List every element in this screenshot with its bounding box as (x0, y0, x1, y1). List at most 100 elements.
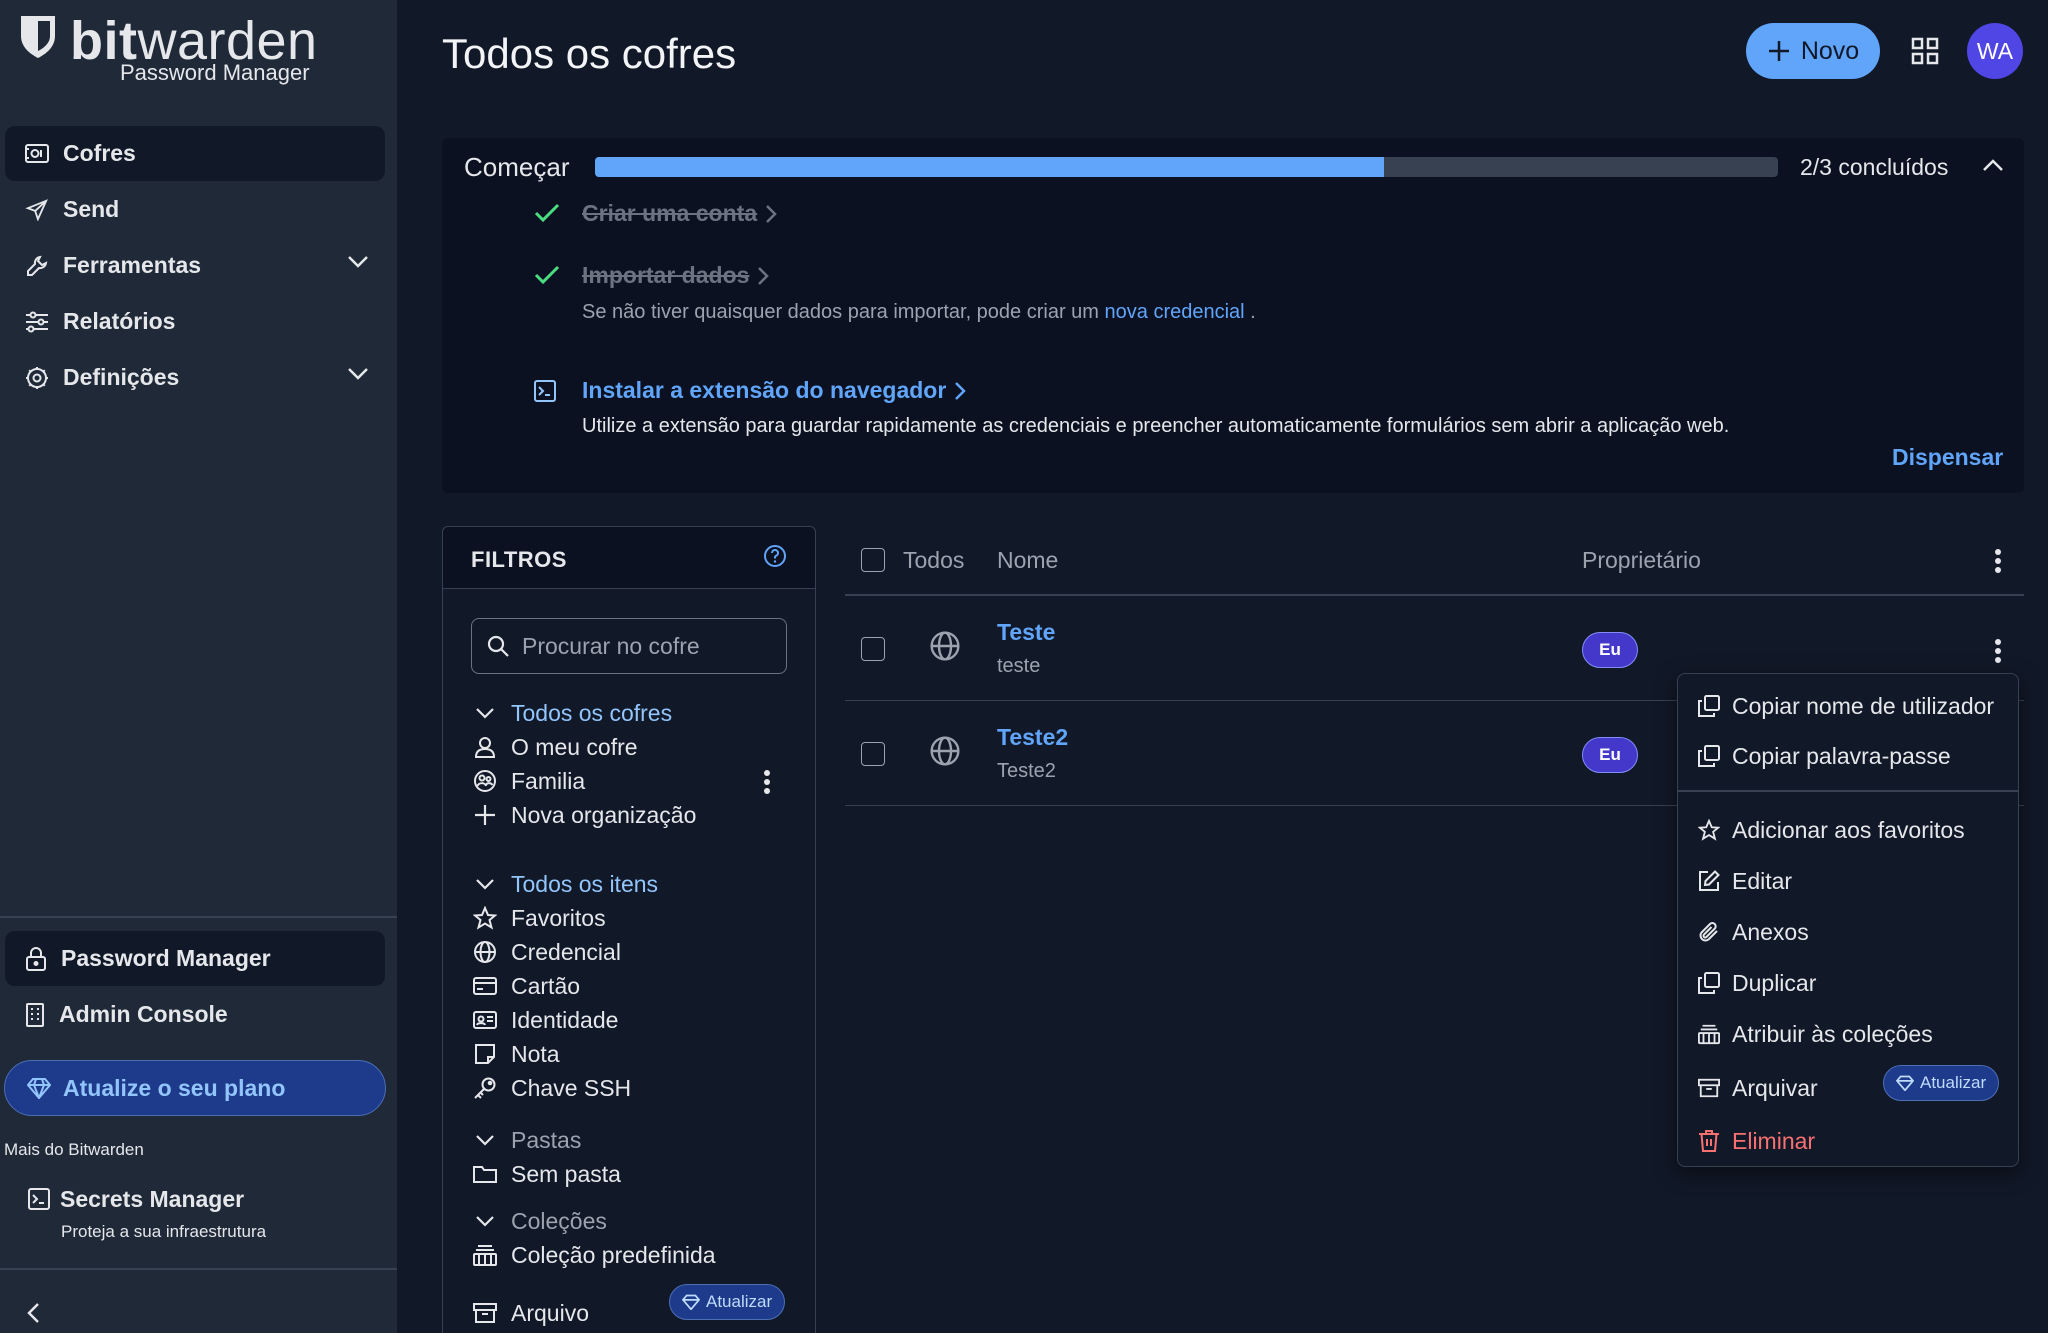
lock-icon (26, 946, 46, 971)
card-icon (473, 977, 497, 995)
familia-options-button[interactable] (763, 769, 771, 795)
bulk-options-button[interactable] (1994, 548, 2002, 574)
item-name-link[interactable]: Teste2 (997, 724, 1068, 751)
brand-product: Password Manager (120, 60, 310, 85)
family-org-icon (474, 770, 496, 792)
filter-section-folders[interactable]: Pastas (471, 1124, 581, 1156)
globe-icon (930, 631, 960, 661)
check-icon (534, 265, 560, 285)
secrets-manager-link[interactable]: Secrets Manager Proteja a sua infraestru… (28, 1186, 266, 1241)
task-label: Importar dados (582, 262, 770, 289)
duplicate-icon (1698, 972, 1720, 994)
chevron-down-icon (476, 1216, 494, 1227)
collection-icon (1698, 1024, 1720, 1045)
edit-icon (1699, 870, 1720, 891)
paperclip-icon (1699, 922, 1718, 942)
col-header-owner: Proprietário (1582, 547, 1701, 573)
menu-item-copy-username[interactable]: Copiar nome de utilizador (1698, 688, 1994, 724)
menu-item-attachments[interactable]: Anexos (1698, 914, 1809, 950)
sidebar-divider (0, 916, 397, 918)
item-context-menu: Copiar nome de utilizador Copiar palavra… (1677, 673, 2019, 1167)
note-icon (475, 1044, 495, 1064)
sidebar-item-definicoes[interactable]: Definições (5, 350, 385, 405)
row-checkbox[interactable] (861, 742, 885, 766)
filter-vault-mine[interactable]: O meu cofre (471, 731, 638, 763)
menu-item-copy-password[interactable]: Copiar palavra-passe (1698, 738, 1951, 774)
chevron-up-icon (1983, 159, 2003, 171)
menu-divider (1678, 790, 2018, 792)
vault-search[interactable] (471, 618, 787, 674)
col-header-name[interactable]: Nome (997, 547, 1058, 574)
filters-help-button[interactable] (763, 544, 787, 568)
new-item-button[interactable]: Novo (1746, 23, 1880, 79)
item-name-link[interactable]: Teste (997, 619, 1055, 646)
send-icon (25, 198, 48, 221)
task-label: Criar uma conta (582, 200, 777, 227)
menu-item-assign-collections[interactable]: Atribuir às coleções (1698, 1016, 1933, 1052)
sidebar-item-cofres[interactable]: Cofres (5, 126, 385, 181)
filter-type-nota[interactable]: Nota (471, 1038, 560, 1070)
row-options-button[interactable] (1994, 638, 2002, 664)
globe-icon (930, 736, 960, 766)
progress-text: 2/3 concluídos (1800, 154, 1949, 180)
item-subtitle: teste (997, 655, 1041, 677)
new-credential-link[interactable]: nova credencial (1105, 301, 1245, 323)
upgrade-plan-label: Atualize o seu plano (63, 1074, 286, 1101)
filter-type-ssh-key[interactable]: Chave SSH (471, 1072, 631, 1104)
filter-archive[interactable]: Arquivo (471, 1297, 589, 1329)
chevron-right-icon (758, 266, 770, 285)
collapse-getting-started-button[interactable] (1982, 158, 2004, 172)
sliders-icon (26, 311, 48, 332)
filter-type-credencial[interactable]: Credencial (471, 936, 621, 968)
archive-upgrade-badge[interactable]: Atualizar (669, 1284, 786, 1320)
filter-section-all-items[interactable]: Todos os itens (471, 868, 658, 900)
sidebar-item-label: Ferramentas (63, 252, 202, 278)
trash-icon (1699, 1130, 1719, 1152)
bitwarden-logo[interactable]: bitwarden Password Manager (18, 11, 317, 85)
filter-section-vaults[interactable]: Todos os cofres (471, 697, 672, 729)
sidebar-item-send[interactable]: Send (5, 182, 385, 237)
avatar[interactable]: WA (1967, 23, 2023, 79)
menu-item-archive[interactable]: Arquivar (1698, 1070, 1818, 1106)
search-input[interactable] (522, 632, 772, 660)
archive-icon (473, 1303, 497, 1323)
diamond-icon (682, 1294, 700, 1310)
filter-type-identidade[interactable]: Identidade (471, 1004, 618, 1036)
check-icon (534, 203, 560, 223)
select-all-checkbox[interactable] (861, 548, 885, 572)
secrets-manager-subtitle: Proteja a sua infraestrutura (61, 1222, 267, 1241)
star-icon (473, 906, 497, 930)
upgrade-plan-button[interactable]: Atualize o seu plano (4, 1060, 386, 1116)
sidebar-item-label: Send (63, 196, 120, 222)
filter-folder-none[interactable]: Sem pasta (471, 1158, 621, 1190)
new-item-label: Novo (1800, 36, 1860, 65)
archive-upgrade-badge[interactable]: Atualizar (1883, 1065, 2000, 1101)
kebab-icon (1995, 549, 2001, 573)
sidebar-item-ferramentas[interactable]: Ferramentas (5, 238, 385, 293)
item-subtitle: Teste2 (997, 760, 1056, 782)
chevron-down-icon (476, 879, 494, 890)
filter-collection-default[interactable]: Coleção predefinida (471, 1239, 716, 1271)
sidebar-item-relatorios[interactable]: Relatórios (5, 294, 385, 349)
filter-section-collections[interactable]: Coleções (471, 1205, 607, 1237)
sidebar: bitwarden Password Manager Cofres Send F… (0, 0, 397, 1333)
kebab-icon (764, 770, 770, 794)
more-from-bitwarden-label: Mais do Bitwarden (4, 1140, 144, 1159)
filter-type-cartao[interactable]: Cartão (471, 970, 580, 1002)
row-checkbox[interactable] (861, 637, 885, 661)
filter-type-favoritos[interactable]: Favoritos (471, 902, 606, 934)
app-label: Password Manager (61, 945, 271, 971)
filter-vault-familia[interactable]: Familia (471, 765, 585, 797)
app-label: Admin Console (59, 1001, 228, 1027)
app-switch-admin-console[interactable]: Admin Console (5, 987, 385, 1042)
app-switch-password-manager[interactable]: Password Manager (5, 931, 385, 986)
collapse-sidebar-button[interactable] (26, 1302, 40, 1324)
product-switcher-button[interactable] (1911, 37, 1939, 65)
menu-item-duplicate[interactable]: Duplicar (1698, 965, 1816, 1001)
menu-item-delete[interactable]: Eliminar (1698, 1123, 1815, 1159)
dismiss-button[interactable]: Dispensar (1892, 444, 2003, 471)
menu-item-edit[interactable]: Editar (1698, 863, 1792, 899)
diamond-icon (1896, 1075, 1914, 1091)
menu-item-add-favorite[interactable]: Adicionar aos favoritos (1698, 812, 1965, 848)
filter-new-organization[interactable]: Nova organização (471, 799, 696, 831)
